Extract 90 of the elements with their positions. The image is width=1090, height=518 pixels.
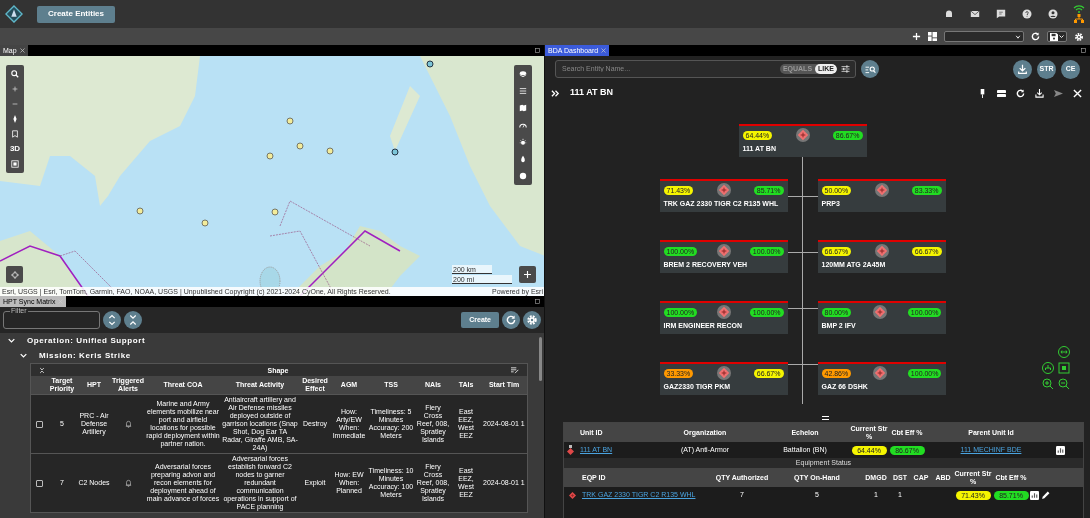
add-icon[interactable] — [912, 32, 921, 41]
bell-icon[interactable] — [124, 479, 132, 487]
basemap-icon[interactable] — [11, 160, 19, 168]
layers-icon[interactable] — [519, 70, 527, 78]
map-marker-icon[interactable] — [266, 152, 274, 160]
layout-dropdown[interactable] — [944, 31, 1024, 42]
expand-arrows-icon[interactable] — [1058, 346, 1070, 358]
chart-button[interactable] — [1030, 491, 1039, 500]
zoom-in-icon[interactable] — [11, 85, 19, 93]
expand-button[interactable] — [519, 266, 536, 283]
maximize-icon[interactable] — [535, 299, 540, 304]
map-icon[interactable] — [519, 104, 527, 112]
unit-symbol-icon — [716, 305, 731, 319]
search-list-button[interactable] — [861, 60, 879, 78]
unit-symbol-icon — [795, 128, 810, 142]
operation-heading: Operation: Unified Support — [27, 334, 146, 347]
mission-heading: Mission: Keris Strike — [39, 349, 131, 362]
compass-icon[interactable] — [11, 115, 19, 123]
unit-symbol-icon — [874, 183, 889, 197]
bookmark-icon[interactable] — [11, 130, 19, 138]
logo-icon — [5, 5, 23, 23]
filter-sliders-icon[interactable] — [841, 65, 850, 73]
settings-icon[interactable] — [1074, 31, 1084, 42]
unit-symbol-icon — [874, 244, 889, 258]
help-icon[interactable] — [1021, 8, 1033, 20]
resize-handle-icon[interactable] — [822, 416, 829, 420]
plus-icon — [524, 271, 531, 278]
circle-icon[interactable] — [519, 172, 527, 180]
chevron-down-icon[interactable] — [20, 352, 27, 359]
send-icon[interactable] — [1054, 88, 1063, 98]
legend-icon[interactable] — [519, 87, 527, 95]
locate-button[interactable] — [6, 266, 23, 283]
mail-icon[interactable] — [969, 8, 981, 20]
map-marker-icon[interactable] — [286, 117, 294, 125]
unit-symbol-icon — [716, 244, 731, 258]
save-dropdown[interactable] — [1047, 31, 1067, 42]
unit-symbol-icon — [716, 183, 731, 197]
refresh-button[interactable] — [502, 311, 520, 329]
drop-icon[interactable] — [519, 155, 527, 163]
unit-symbol-icon — [569, 492, 576, 499]
double-chevron-right-icon[interactable] — [551, 88, 560, 98]
rows-icon[interactable] — [997, 88, 1006, 98]
settings-button[interactable] — [523, 311, 541, 329]
pin-icon[interactable] — [978, 88, 987, 98]
map-marker-icon[interactable] — [201, 219, 209, 227]
refresh-icon[interactable] — [1031, 32, 1040, 41]
view-3d-toggle[interactable]: 3D — [9, 145, 21, 153]
unit-title: 111 AT BN — [570, 86, 614, 100]
chevron-down-icon — [1015, 33, 1021, 40]
unit-symbol-icon — [716, 366, 731, 380]
map-marker-icon[interactable] — [296, 142, 304, 150]
crosshair-icon — [10, 270, 19, 279]
maximize-icon[interactable] — [535, 48, 540, 53]
maximize-icon[interactable] — [1081, 48, 1086, 53]
layout-grid-icon[interactable] — [928, 32, 937, 41]
chart-button[interactable] — [1056, 445, 1065, 455]
network-status-icon[interactable] — [1073, 4, 1085, 24]
download-icon[interactable] — [1035, 88, 1044, 98]
edit-list-icon[interactable] — [511, 366, 519, 374]
map-marker-icon[interactable] — [136, 207, 144, 215]
collapse-icon[interactable] — [39, 366, 45, 374]
map-marker-icon[interactable] — [391, 148, 399, 156]
edit-icon[interactable] — [1041, 491, 1050, 500]
chevron-down-icon[interactable] — [8, 337, 15, 344]
map-marker-icon[interactable] — [426, 60, 434, 68]
save-icon — [1050, 32, 1058, 41]
gauge-icon[interactable] — [519, 121, 527, 129]
fit-screen-icon[interactable] — [1058, 362, 1070, 374]
chevron-down-icon — [1059, 34, 1064, 39]
create-entities-button[interactable]: Create Entities — [37, 5, 116, 23]
sun-icon[interactable] — [519, 138, 527, 146]
tree-icon[interactable] — [1042, 362, 1054, 374]
search-icon[interactable] — [11, 70, 19, 78]
map-marker-icon[interactable] — [271, 208, 279, 216]
account-icon[interactable] — [1047, 8, 1059, 20]
chat-icon[interactable] — [995, 8, 1007, 20]
map-marker-icon[interactable] — [326, 147, 334, 155]
unit-symbol-icon — [872, 366, 887, 380]
unit-symbol-icon — [872, 305, 887, 319]
row-checkbox[interactable] — [35, 479, 43, 487]
collapse-all-button[interactable] — [124, 311, 142, 329]
unit-symbol-icon — [567, 445, 574, 455]
row-checkbox[interactable] — [35, 420, 43, 428]
refresh-icon[interactable] — [1016, 88, 1025, 98]
zoom-out-icon[interactable] — [1058, 378, 1070, 390]
bell-icon[interactable] — [124, 420, 132, 428]
alarm-icon[interactable] — [943, 8, 955, 20]
expand-all-button[interactable] — [103, 311, 121, 329]
download-button[interactable] — [1013, 59, 1032, 79]
zoom-in-icon[interactable] — [1042, 378, 1054, 390]
